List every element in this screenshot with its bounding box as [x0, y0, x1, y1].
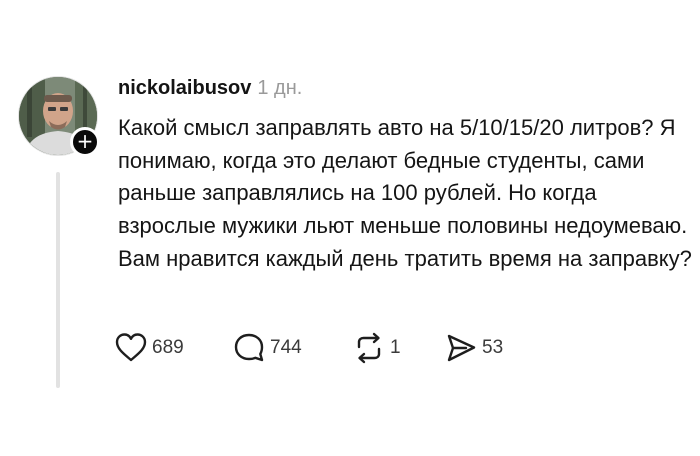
avatar-container: +	[18, 76, 100, 157]
reply-count: 744	[270, 337, 302, 358]
share-button[interactable]: 53	[444, 331, 503, 365]
repost-button[interactable]: 1	[352, 331, 401, 365]
like-count: 689	[152, 337, 184, 358]
paper-plane-icon	[447, 334, 476, 362]
repost-arrows-icon	[357, 332, 381, 364]
speech-bubble-icon	[234, 333, 264, 362]
repost-count: 1	[390, 337, 401, 358]
post-timestamp: 1 дн.	[257, 77, 303, 99]
share-count: 53	[482, 337, 504, 358]
thread-line	[56, 172, 60, 388]
like-button[interactable]: 689	[114, 331, 184, 365]
username-link[interactable]: nickolaibusov	[118, 77, 251, 99]
post-text: Какой смысл заправлять авто на 5/10/15/2…	[118, 115, 692, 271]
heart-icon	[115, 333, 147, 362]
post-header: nickolaibusov 1 дн.	[118, 75, 302, 101]
follow-plus-icon[interactable]: +	[70, 127, 100, 157]
post-card: + nickolaibusov 1 дн. Какой смысл заправл…	[0, 0, 700, 456]
reply-button[interactable]: 744	[232, 331, 302, 365]
